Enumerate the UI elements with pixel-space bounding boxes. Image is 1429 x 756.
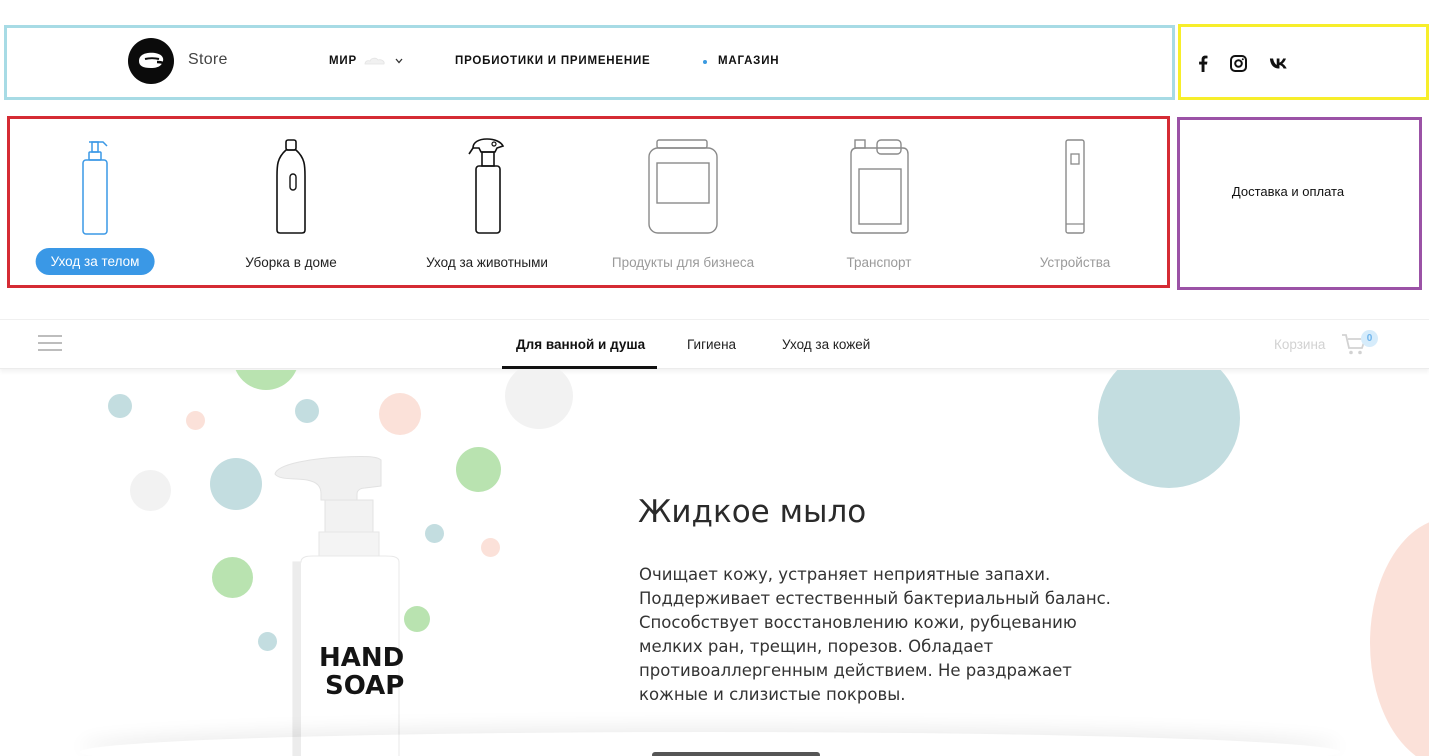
active-nav-dot xyxy=(703,60,707,64)
social-highlight-box xyxy=(1178,24,1429,100)
product-description: Очищает кожу, устраняет неприятные запах… xyxy=(639,565,1111,704)
instagram-icon[interactable] xyxy=(1228,53,1248,73)
decor-dot xyxy=(233,370,299,390)
logo-mark-icon xyxy=(139,52,164,68)
decor-dot xyxy=(210,458,262,510)
device-icon xyxy=(1065,139,1085,234)
nav-shop[interactable]: МАГАЗИН xyxy=(718,55,779,67)
category-body-care[interactable]: Уход за телом xyxy=(0,132,190,282)
vk-icon[interactable] xyxy=(1269,53,1289,73)
canister-icon xyxy=(648,139,718,234)
nav-mir-label: МИР xyxy=(329,55,357,67)
action-button-edge[interactable] xyxy=(652,752,820,756)
cloud-icon xyxy=(364,57,385,65)
chevron-down-icon xyxy=(395,58,403,64)
facebook-icon[interactable] xyxy=(1193,53,1213,73)
tab-hygiene[interactable]: Гигиена xyxy=(687,337,736,352)
decor-dot xyxy=(212,557,253,598)
nav-mir[interactable]: МИР xyxy=(329,55,403,67)
hero-section: HAND SOAP Жидкое мыло Очищает кожу, устр… xyxy=(0,370,1429,756)
category-house-cleaning[interactable]: Уборка в доме xyxy=(196,132,386,282)
spray-bottle-icon xyxy=(468,138,505,234)
decor-dot xyxy=(379,393,421,435)
category-devices[interactable]: Устройства xyxy=(980,132,1170,282)
product-title: Жидкое мыло xyxy=(638,494,867,530)
category-label: Уход за животными xyxy=(426,255,548,270)
active-tab-underline xyxy=(502,366,657,369)
category-label: Продукты для бизнеса xyxy=(611,255,755,270)
decor-dot xyxy=(1370,518,1429,756)
pump-bottle-icon xyxy=(82,141,108,235)
decor-dot xyxy=(186,411,205,430)
tab-skin-care[interactable]: Уход за кожей xyxy=(782,337,870,352)
tab-bath-shower[interactable]: Для ванной и душа xyxy=(516,337,645,352)
category-business-products[interactable]: Продукты для бизнеса xyxy=(588,132,778,282)
category-label: Устройства xyxy=(1039,255,1111,270)
hand-soap-bottle-image: HAND SOAP xyxy=(274,455,404,756)
jerrycan-icon xyxy=(850,139,909,234)
category-label: Уборка в доме xyxy=(245,255,337,270)
decor-dot xyxy=(295,399,319,423)
decor-dot xyxy=(505,370,573,429)
category-transport[interactable]: Транспорт xyxy=(784,132,974,282)
category-pet-care[interactable]: Уход за животными xyxy=(392,132,582,282)
decor-dot xyxy=(108,394,132,418)
hamburger-menu-icon[interactable] xyxy=(38,335,62,353)
sub-navigation: Для ванной и душа Гигиена Уход за кожей … xyxy=(0,319,1429,369)
decor-dot xyxy=(481,538,500,557)
delivery-highlight-box xyxy=(1177,117,1422,290)
detergent-bottle-icon xyxy=(276,139,306,234)
category-label: Уход за телом xyxy=(35,248,155,275)
bottle-label-line2: SOAP xyxy=(325,671,404,701)
nav-probiotics[interactable]: ПРОБИОТИКИ И ПРИМЕНЕНИЕ xyxy=(455,55,651,67)
decor-dot xyxy=(130,470,171,511)
delivery-payment-link[interactable]: Доставка и оплата xyxy=(1180,184,1396,199)
category-label: Транспорт xyxy=(846,255,912,270)
cart-count-badge: 0 xyxy=(1361,330,1378,347)
store-logo[interactable] xyxy=(128,38,174,84)
bottle-label-line1: HAND xyxy=(319,643,404,673)
decor-dot xyxy=(456,447,501,492)
store-label: Store xyxy=(188,51,228,68)
decor-dot xyxy=(1098,370,1240,488)
cart-label[interactable]: Корзина xyxy=(1274,337,1325,352)
